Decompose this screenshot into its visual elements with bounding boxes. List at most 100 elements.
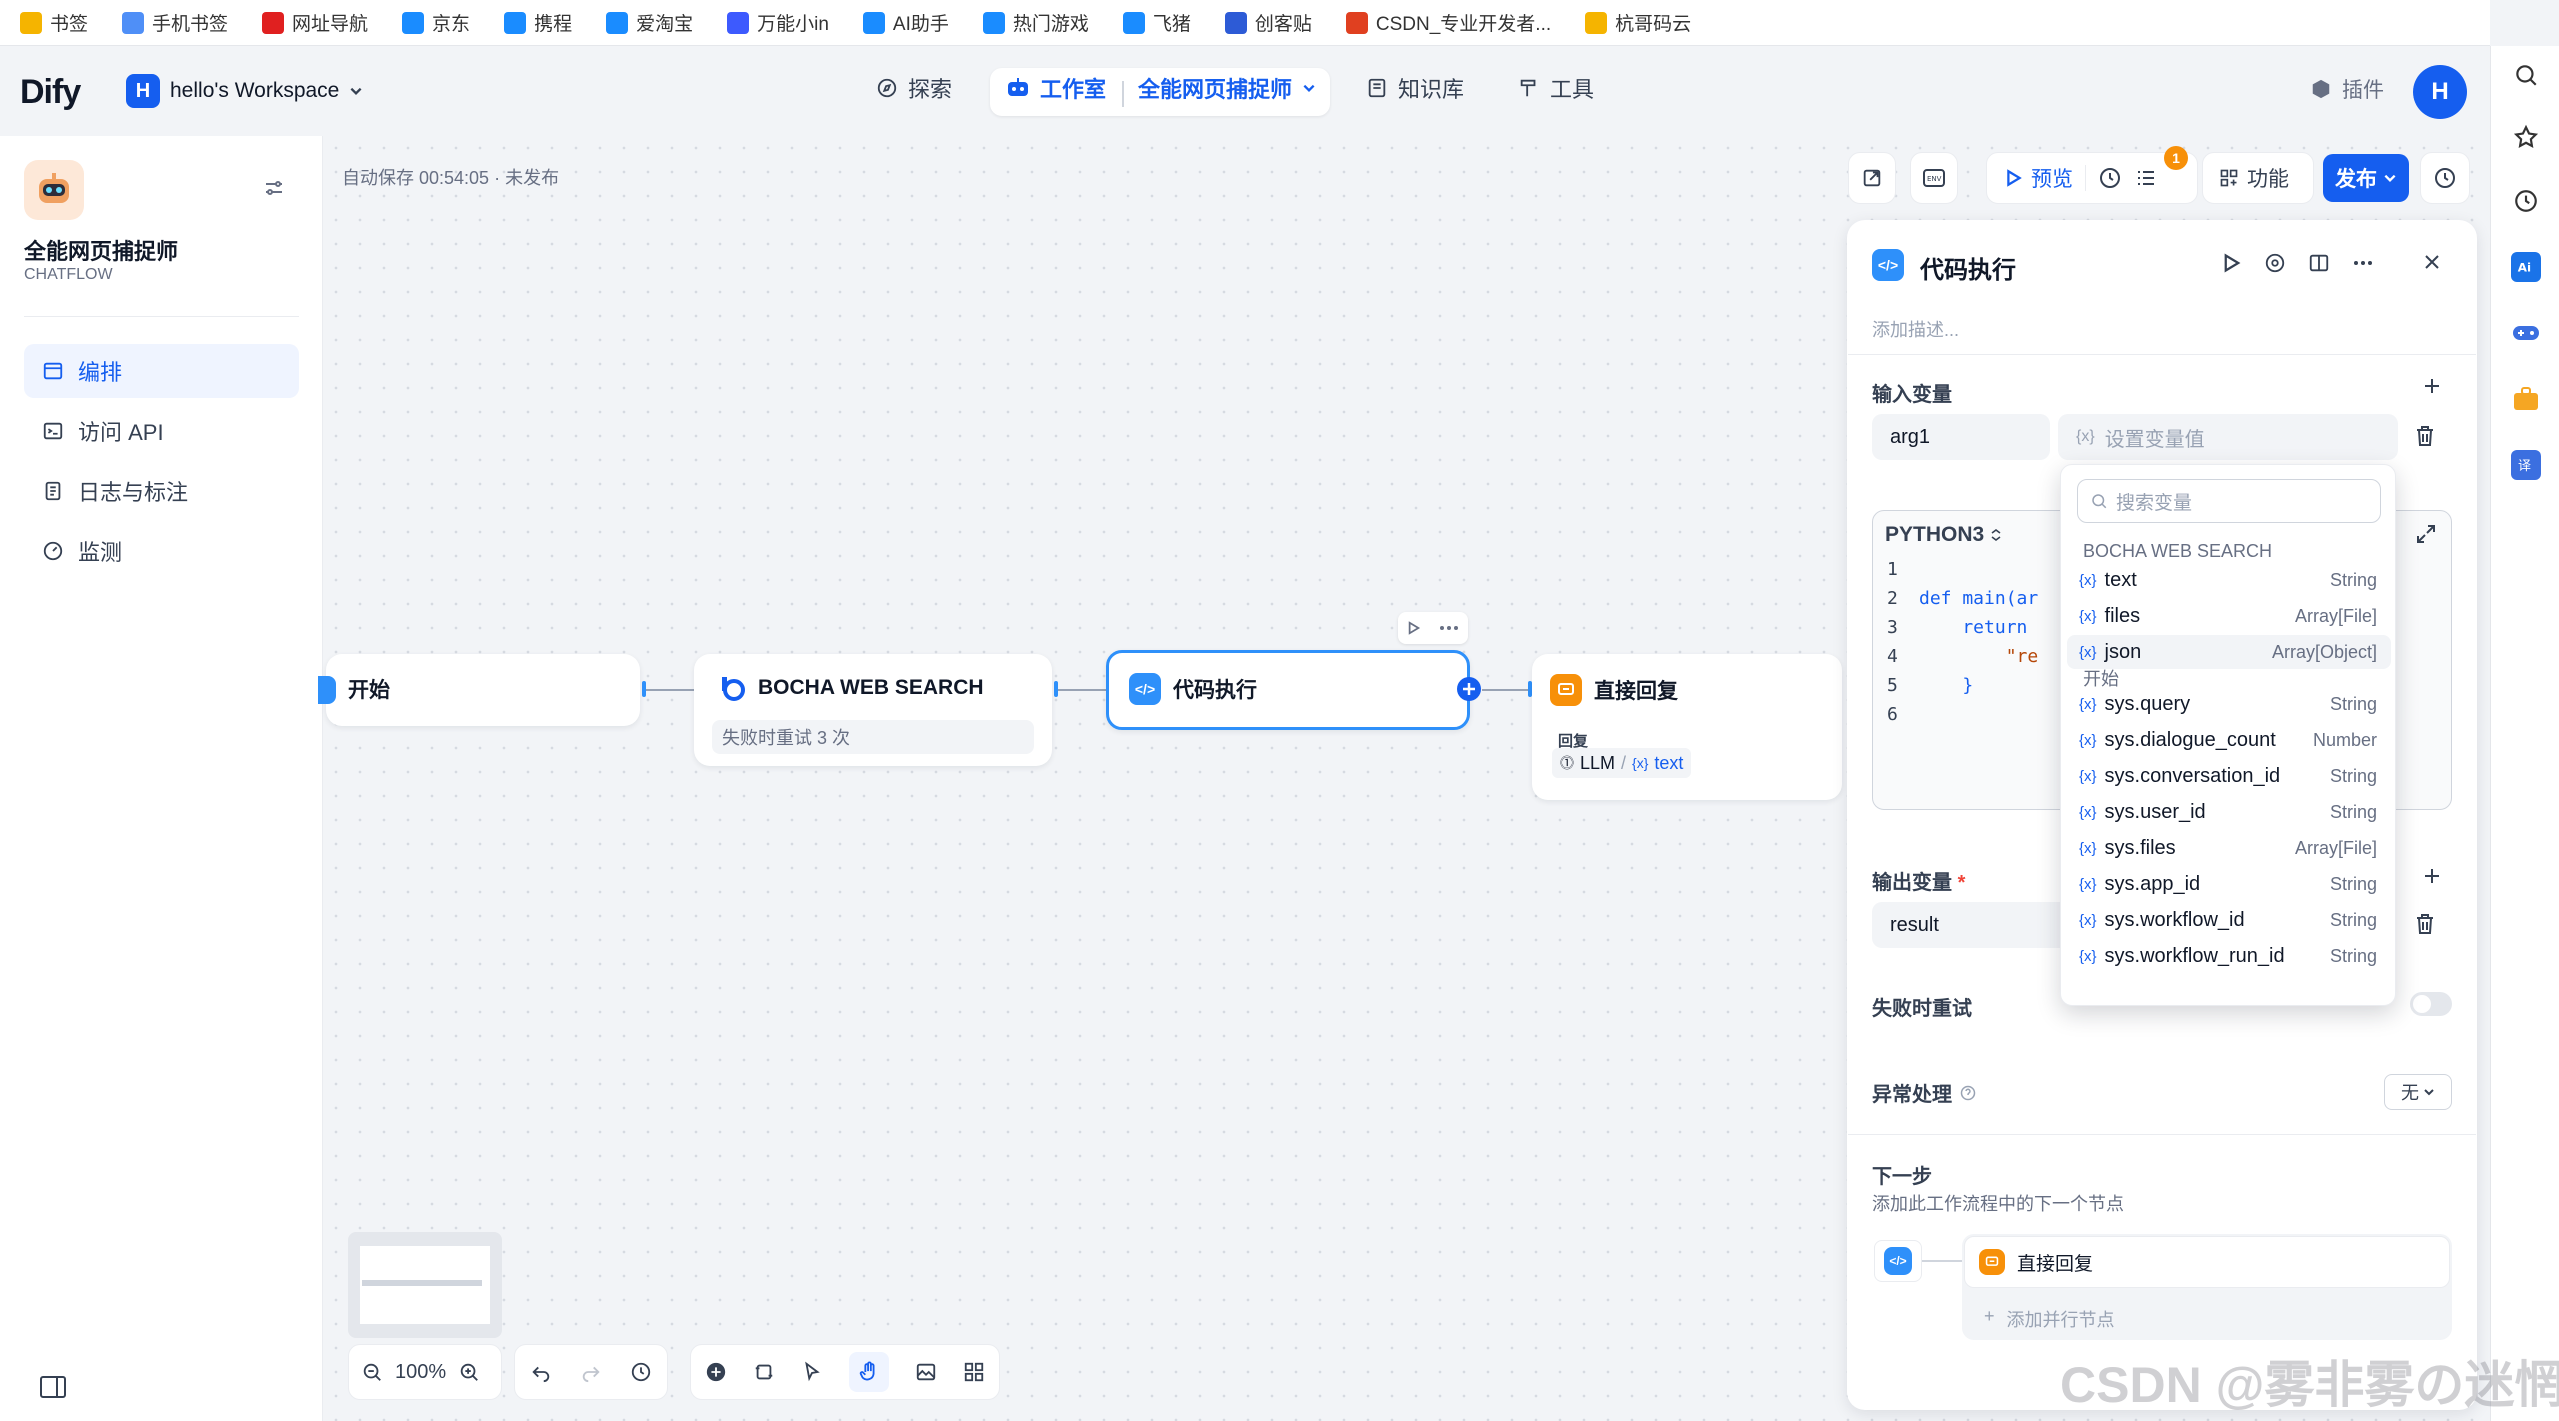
- dify-logo[interactable]: Dify: [20, 73, 81, 112]
- dashboard-icon: [43, 541, 63, 561]
- expand-icon[interactable]: [2415, 523, 2437, 545]
- undo-icon[interactable]: [530, 1361, 552, 1383]
- variable-option[interactable]: {x} sys.app_id String: [2067, 867, 2391, 901]
- layout-icon: [43, 362, 63, 380]
- checklist-button[interactable]: [1848, 152, 1896, 204]
- gamepad-icon[interactable]: [2511, 318, 2541, 348]
- bookmark-item[interactable]: 热门游戏: [982, 9, 1089, 36]
- split-view-icon[interactable]: [2308, 252, 2330, 274]
- plugins-button[interactable]: 插件: [2310, 74, 2384, 104]
- ai-icon[interactable]: Ai: [2511, 252, 2541, 282]
- variable-option[interactable]: {x} sys.user_id String: [2067, 795, 2391, 829]
- variable-option[interactable]: {x} sys.workflow_run_id String: [2067, 939, 2391, 973]
- note-icon[interactable]: [753, 1361, 775, 1383]
- variable-option[interactable]: {x} sys.dialogue_count Number: [2067, 723, 2391, 757]
- more-icon[interactable]: [2352, 260, 2374, 266]
- layout-icon[interactable]: [963, 1361, 985, 1383]
- variable-option[interactable]: {x} sys.query String: [2067, 687, 2391, 721]
- language-selector[interactable]: PYTHON3: [1885, 523, 2002, 547]
- nav-tools[interactable]: 工具: [1518, 72, 1594, 104]
- more-icon[interactable]: [1439, 625, 1459, 631]
- minimap[interactable]: [348, 1232, 502, 1338]
- input-var-value-selector[interactable]: {x} 设置变量值: [2058, 414, 2398, 460]
- nav-explore[interactable]: 探索: [876, 72, 952, 104]
- llm-icon: ⓵: [1560, 755, 1574, 771]
- variable-option[interactable]: {x} sys.workflow_id String: [2067, 903, 2391, 937]
- trash-icon[interactable]: [2414, 912, 2436, 936]
- nav-studio[interactable]: 工作室: [1006, 72, 1106, 104]
- help-icon: [1960, 1085, 1976, 1100]
- env-button[interactable]: ENV: [1910, 152, 1958, 204]
- bocha-icon: [718, 674, 746, 702]
- run-history-icon[interactable]: [2098, 166, 2122, 190]
- zoom-level[interactable]: 100%: [395, 1361, 446, 1384]
- export-image-icon[interactable]: [915, 1361, 937, 1383]
- workspace-switcher[interactable]: H hello's Workspace: [126, 74, 363, 108]
- nav-app-selector[interactable]: 全能网页捕捉师: [1138, 72, 1316, 104]
- hand-tool-button[interactable]: [849, 1352, 889, 1392]
- node-code-execution[interactable]: </> 代码执行: [1106, 650, 1470, 730]
- description-input[interactable]: 添加描述...: [1872, 316, 1959, 342]
- bookmark-item[interactable]: 万能小in: [727, 9, 829, 36]
- node-direct-reply[interactable]: 直接回复 回复 ⓵ LLM / {x} text: [1532, 654, 1842, 800]
- features-button[interactable]: 功能: [2202, 152, 2314, 204]
- variable-option[interactable]: {x} sys.files Array[File]: [2067, 831, 2391, 865]
- bookmark-item[interactable]: 飞猪: [1122, 9, 1191, 36]
- user-avatar[interactable]: H: [2413, 65, 2467, 119]
- add-output-var-icon[interactable]: [2422, 866, 2442, 886]
- add-node-icon[interactable]: [705, 1361, 727, 1383]
- bookmark-item[interactable]: 创客贴: [1224, 9, 1312, 36]
- node-start[interactable]: 开始: [326, 654, 640, 726]
- variable-option[interactable]: {x} text String: [2067, 563, 2391, 597]
- redo-icon[interactable]: [580, 1361, 602, 1383]
- bookmark-item[interactable]: CSDN_专业开发者...: [1345, 9, 1551, 36]
- zoom-in-icon[interactable]: [458, 1361, 480, 1383]
- history-icon[interactable]: [630, 1361, 652, 1383]
- variable-option[interactable]: {x} json Array[Object]: [2067, 635, 2391, 669]
- pointer-icon[interactable]: [801, 1361, 823, 1383]
- next-node-direct-reply[interactable]: 直接回复: [1964, 1236, 2450, 1288]
- briefcase-icon[interactable]: [2511, 384, 2541, 414]
- zoom-out-icon[interactable]: [361, 1361, 383, 1383]
- variable-option[interactable]: {x} sys.conversation_id String: [2067, 759, 2391, 793]
- exception-select[interactable]: 无: [2384, 1074, 2452, 1110]
- sidebar-item-logs[interactable]: 日志与标注: [24, 464, 299, 518]
- history-icon[interactable]: [2511, 186, 2541, 216]
- bookmark-item[interactable]: 爱淘宝: [606, 9, 693, 36]
- search-icon[interactable]: [2511, 60, 2541, 90]
- bookmark-item[interactable]: 网址导航: [262, 9, 368, 36]
- sidebar-item-orchestrate[interactable]: 编排: [24, 344, 299, 398]
- retry-toggle[interactable]: [2410, 992, 2452, 1016]
- collapse-sidebar-icon[interactable]: [40, 1376, 66, 1398]
- run-node-icon[interactable]: [1407, 621, 1421, 635]
- bookmark-item[interactable]: 京东: [402, 9, 470, 36]
- bookmark-item[interactable]: 书签: [20, 9, 88, 36]
- variable-option[interactable]: {x} files Array[File]: [2067, 599, 2391, 633]
- star-icon[interactable]: [2511, 122, 2541, 152]
- preview-button[interactable]: 预览: [2005, 163, 2073, 193]
- node-bocha-web-search[interactable]: BOCHA WEB SEARCH 失败时重试 3 次: [694, 654, 1052, 766]
- input-var-name-field[interactable]: arg1: [1872, 414, 2050, 460]
- sidebar-settings-icon[interactable]: [262, 176, 286, 200]
- bookmark-item[interactable]: AI助手: [862, 9, 949, 36]
- variable-search-input[interactable]: 搜索变量: [2077, 479, 2381, 523]
- help-circle-icon[interactable]: [2264, 252, 2286, 274]
- trash-icon[interactable]: [2414, 424, 2436, 448]
- sidebar-item-monitor[interactable]: 监测: [24, 524, 299, 578]
- close-icon[interactable]: [2422, 252, 2442, 272]
- version-history-button[interactable]: [2420, 152, 2470, 204]
- play-icon[interactable]: [2222, 253, 2242, 273]
- add-next-node-icon[interactable]: [1457, 677, 1481, 701]
- add-parallel-node-button[interactable]: + 添加并行节点: [1984, 1306, 2115, 1332]
- add-input-var-icon[interactable]: [2422, 376, 2442, 396]
- bookmark-item[interactable]: 手机书签: [122, 9, 228, 36]
- nav-knowledge[interactable]: 知识库: [1366, 72, 1464, 104]
- checklist-icon[interactable]: [2134, 166, 2158, 190]
- translate-icon[interactable]: 译: [2511, 450, 2541, 480]
- publish-button[interactable]: 发布: [2323, 154, 2409, 202]
- bookmark-item[interactable]: 杭哥码云: [1585, 9, 1691, 36]
- sidebar-item-api[interactable]: 访问 API: [24, 404, 299, 458]
- bookmark-item[interactable]: 携程: [504, 9, 572, 36]
- panel-title[interactable]: 代码执行: [1920, 250, 2016, 285]
- variable-icon: {x}: [2079, 803, 2097, 821]
